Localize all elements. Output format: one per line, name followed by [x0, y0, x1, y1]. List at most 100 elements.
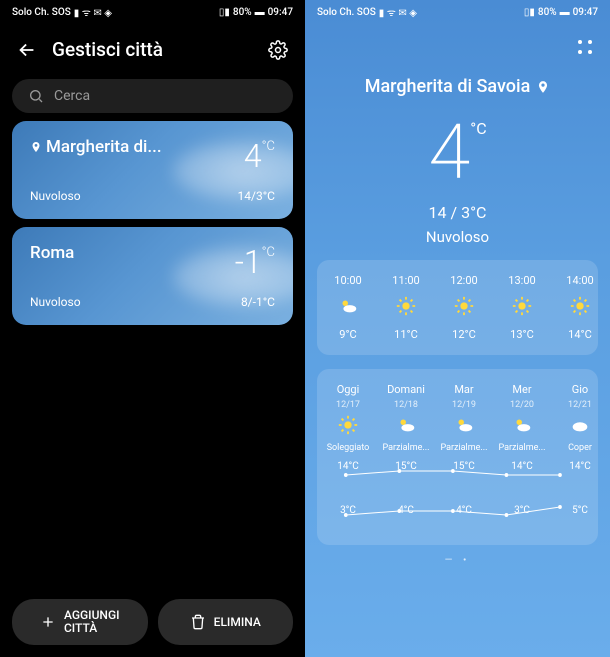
high-low: 14 / 3°C [305, 203, 610, 222]
manage-cities-screen: Solo Ch. SOS ▮ ᯤ ✉ ◈ ▯▮ 80% ▬ 09:47 Gest… [0, 0, 305, 657]
day-name: Gio [572, 383, 588, 396]
location-title: Margherita di Savoia [305, 76, 610, 97]
carrier-label: Solo Ch. SOS [317, 7, 376, 18]
signal-icon: ▮ ᯤ ✉ ◈ [74, 5, 112, 19]
day-condition: Parzialme... [382, 443, 429, 453]
city-card[interactable]: Margherita di... 4°C Nuvoloso 14/3°C [12, 121, 293, 219]
day-date: 12/17 [336, 400, 360, 410]
city-hilo: 14/3°C [238, 189, 275, 203]
day-low: 3°C [319, 505, 377, 516]
battery-level: 80% [538, 7, 557, 18]
hour-temp: 12°C [452, 328, 476, 341]
add-city-label: AGGIUNGICITTÀ [64, 609, 120, 635]
vibrate-icon: ▯▮ [524, 7, 535, 18]
day-low: 4°C [377, 505, 435, 516]
weather-icon [395, 414, 417, 439]
status-bar: Solo Ch. SOS ▮ ᯤ ✉ ◈ ▯▮ 80% ▬ 09:47 [305, 0, 610, 24]
delete-button[interactable]: ELIMINA [158, 599, 294, 645]
hour-item: 14:00 14°C [551, 274, 598, 341]
day-high: 14°C [319, 461, 377, 472]
day-name: Domani [387, 383, 425, 396]
day-name: Mer [512, 383, 531, 396]
weather-detail-screen: Solo Ch. SOS ▮ ᯤ ✉ ◈ ▯▮ 80% ▬ 09:47 Marg… [305, 0, 610, 657]
hour-temp: 14°C [568, 328, 592, 341]
header: Gestisci città [0, 24, 305, 71]
weather-icon [395, 295, 417, 320]
hour-item: 11:00 11°C [377, 274, 435, 341]
battery-icon: ▬ [560, 7, 570, 18]
add-city-button[interactable]: AGGIUNGICITTÀ [12, 599, 148, 645]
day-high: 14°C [493, 461, 551, 472]
day-date: 12/19 [452, 400, 476, 410]
hour-time: 10:00 [334, 274, 361, 287]
weather-icon [453, 414, 475, 439]
location-icon [30, 141, 42, 153]
city-temp: 4°C [244, 137, 275, 175]
hour-temp: 13°C [510, 328, 534, 341]
day-condition: Parzialme... [440, 443, 487, 453]
trash-icon [190, 614, 206, 630]
city-name: Roma [30, 243, 74, 263]
hour-temp: 11°C [394, 328, 418, 341]
day-high: 15°C [377, 461, 435, 472]
hour-item: 10:00 9°C [319, 274, 377, 341]
weather-icon [569, 295, 591, 320]
delete-label: ELIMINA [214, 615, 261, 629]
hour-time: 12:00 [450, 274, 477, 287]
weather-icon [511, 414, 533, 439]
daily-forecast[interactable]: Oggi 12/17 SoleggiatoDomani 12/18 Parzia… [317, 369, 598, 545]
hour-item: 12:00 12°C [435, 274, 493, 341]
day-name: Oggi [337, 383, 360, 396]
weather-icon [453, 295, 475, 320]
page-indicator: — • [305, 555, 610, 566]
settings-icon[interactable] [267, 39, 289, 61]
day-item: Domani 12/18 Parzialme... [377, 383, 435, 453]
status-bar: Solo Ch. SOS ▮ ᯤ ✉ ◈ ▯▮ 80% ▬ 09:47 [0, 0, 305, 24]
city-condition: Nuvoloso [30, 295, 81, 309]
hourly-forecast[interactable]: 10:00 9°C11:00 11°C12:00 12°C13:00 13°C1… [317, 260, 598, 355]
location-icon [536, 80, 550, 94]
day-name: Mar [454, 383, 473, 396]
day-condition: Parzialme... [498, 443, 545, 453]
search-icon [28, 88, 44, 104]
weather-icon [569, 414, 591, 439]
condition-label: Nuvoloso [305, 228, 610, 246]
city-name: Margherita di... [30, 137, 162, 157]
day-date: 12/18 [394, 400, 418, 410]
clock-label: 09:47 [268, 7, 293, 18]
current-temp: 4°C [305, 107, 610, 197]
weather-icon [337, 414, 359, 439]
day-condition: Soleggiato [327, 443, 370, 453]
city-temp: -1°C [235, 243, 275, 281]
back-icon[interactable] [16, 39, 38, 61]
city-card[interactable]: Roma -1°C Nuvoloso 8/-1°C [12, 227, 293, 325]
temp-graph: 14°C15°C15°C14°C14°C 3°C4°C4°C3°C5°C [319, 461, 596, 531]
weather-icon [337, 295, 359, 320]
hour-time: 14:00 [566, 274, 593, 287]
day-item: Oggi 12/17 Soleggiato [319, 383, 377, 453]
battery-icon: ▬ [255, 7, 265, 18]
battery-level: 80% [233, 7, 252, 18]
hour-temp: 9°C [339, 328, 356, 341]
day-condition: Coper [568, 443, 592, 453]
day-low: 4°C [435, 505, 493, 516]
carrier-label: Solo Ch. SOS [12, 7, 71, 18]
vibrate-icon: ▯▮ [219, 7, 230, 18]
page-title: Gestisci città [52, 38, 253, 61]
day-date: 12/20 [510, 400, 534, 410]
plus-icon [40, 614, 56, 630]
search-input[interactable]: Cerca [12, 79, 293, 113]
day-item: Mar 12/19 Parzialme... [435, 383, 493, 453]
search-placeholder: Cerca [54, 88, 90, 104]
city-hilo: 8/-1°C [241, 295, 275, 309]
city-condition: Nuvoloso [30, 189, 81, 203]
hour-item: 13:00 13°C [493, 274, 551, 341]
bottom-actions: AGGIUNGICITTÀ ELIMINA [12, 599, 293, 645]
day-item: Mer 12/20 Parzialme... [493, 383, 551, 453]
weather-icon [511, 295, 533, 320]
clock-label: 09:47 [573, 7, 598, 18]
day-date: 12/21 [568, 400, 592, 410]
day-low: 5°C [551, 505, 598, 516]
day-high: 15°C [435, 461, 493, 472]
menu-icon[interactable] [578, 40, 594, 56]
